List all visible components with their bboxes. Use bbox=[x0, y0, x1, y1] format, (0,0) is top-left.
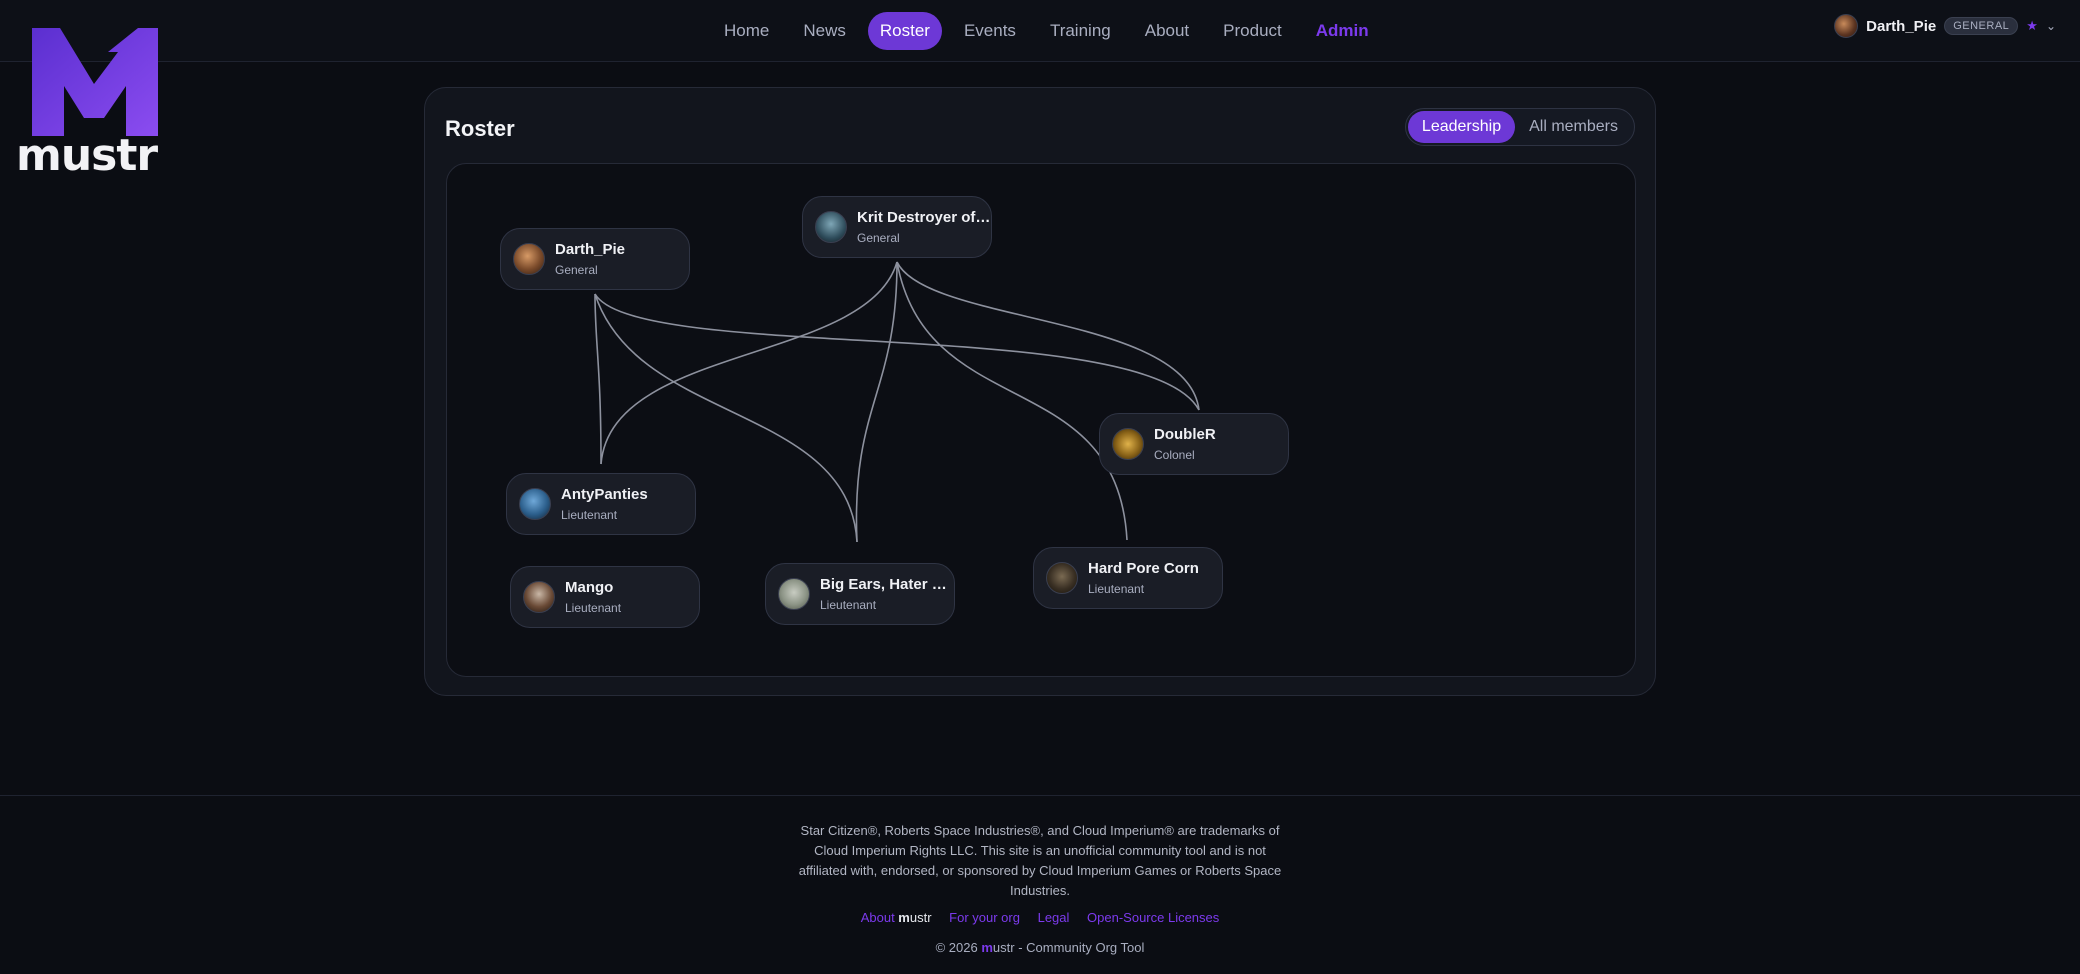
member-name: Hard Pore Corn bbox=[1088, 560, 1199, 577]
member-node-big-ears[interactable]: Big Ears, Hater of... Lieutenant bbox=[765, 563, 955, 625]
leadership-tab[interactable]: Leadership bbox=[1407, 111, 1516, 143]
main-nav: Home News Roster Events Training About P… bbox=[712, 11, 1381, 51]
member-node-doubler[interactable]: DoubleR Colonel bbox=[1099, 413, 1289, 475]
member-rank: General bbox=[555, 263, 598, 277]
star-icon: ★ bbox=[2026, 18, 2038, 33]
edge-krit-bigears bbox=[855, 261, 898, 543]
member-node-krit-destroyer[interactable]: Krit Destroyer of ... General bbox=[802, 196, 992, 258]
chevron-down-icon[interactable]: ⌄ bbox=[2046, 19, 2056, 33]
member-avatar bbox=[1046, 562, 1078, 594]
page-title: Roster bbox=[445, 116, 515, 141]
site-footer: Star Citizen®, Roberts Space Industries®… bbox=[0, 795, 2080, 974]
nav-product[interactable]: Product bbox=[1211, 12, 1294, 50]
member-rank: Lieutenant bbox=[565, 601, 622, 615]
legal-link[interactable]: Legal bbox=[1038, 910, 1070, 925]
member-name: Darth_Pie bbox=[555, 241, 626, 258]
about-brand-rest: ustr bbox=[909, 910, 932, 925]
for-your-org-link[interactable]: For your org bbox=[949, 910, 1020, 925]
member-rank: Colonel bbox=[1154, 448, 1195, 462]
member-avatar bbox=[778, 578, 810, 610]
edge-darthpie-doubler bbox=[594, 293, 1200, 411]
all-members-tab[interactable]: All members bbox=[1515, 111, 1632, 143]
member-name: Big Ears, Hater of... bbox=[820, 576, 954, 593]
member-node-hard-pore-corn[interactable]: Hard Pore Corn Lieutenant bbox=[1033, 547, 1223, 609]
top-navbar: Home News Roster Events Training About P… bbox=[0, 0, 2080, 62]
copyright-brand-m: m bbox=[981, 940, 993, 955]
member-avatar bbox=[1112, 428, 1144, 460]
member-avatar bbox=[523, 581, 555, 613]
leadership-graph: Darth_Pie General Krit Destroyer of ... Ge… bbox=[446, 163, 1636, 677]
nav-events[interactable]: Events bbox=[952, 12, 1028, 50]
nav-about[interactable]: About bbox=[1133, 12, 1201, 50]
copyright-rest: ustr - Community Org Tool bbox=[992, 940, 1145, 955]
member-node-darth-pie[interactable]: Darth_Pie General bbox=[500, 228, 690, 290]
member-rank: Lieutenant bbox=[1088, 582, 1145, 596]
member-rank: Lieutenant bbox=[561, 508, 618, 522]
user-menu[interactable]: Darth_Pie GENERAL ★ ⌄ bbox=[1834, 14, 2056, 38]
member-avatar bbox=[519, 488, 551, 520]
logo-wordmark: mustr bbox=[16, 130, 158, 181]
nav-home[interactable]: Home bbox=[712, 12, 781, 50]
logo-m-icon bbox=[32, 28, 158, 136]
rank-badge: GENERAL bbox=[1944, 17, 2019, 35]
nav-news[interactable]: News bbox=[791, 12, 858, 50]
about-mustr-link[interactable]: About mustr bbox=[861, 910, 932, 925]
user-name: Darth_Pie bbox=[1866, 17, 1937, 35]
member-avatar bbox=[815, 211, 847, 243]
member-avatar bbox=[513, 243, 545, 275]
view-toggle: Leadership All members bbox=[1404, 108, 1635, 146]
member-node-antypanties[interactable]: AntyPanties Lieutenant bbox=[506, 473, 696, 535]
edge-krit-hardporecorn bbox=[896, 261, 1128, 541]
member-name: AntyPanties bbox=[561, 486, 648, 503]
nav-admin[interactable]: Admin bbox=[1304, 12, 1381, 50]
nav-roster[interactable]: Roster bbox=[867, 12, 942, 50]
nav-training[interactable]: Training bbox=[1038, 12, 1123, 50]
footer-links: About mustr For your org Legal Open-Sour… bbox=[0, 910, 2080, 925]
member-name: Mango bbox=[565, 579, 614, 596]
member-node-mango[interactable]: Mango Lieutenant bbox=[510, 566, 700, 628]
about-prefix: About bbox=[860, 910, 899, 925]
member-name: Krit Destroyer of ... bbox=[857, 209, 991, 226]
trademark-disclaimer: Star Citizen®, Roberts Space Industries®… bbox=[798, 823, 1282, 898]
user-avatar bbox=[1834, 14, 1859, 38]
roster-card: Roster Leadership All members Darth_Pie G… bbox=[424, 87, 1656, 696]
edge-darthpie-antypanties bbox=[594, 293, 602, 465]
about-brand-m: m bbox=[898, 910, 910, 925]
mustr-logo[interactable]: mustr bbox=[14, 24, 176, 178]
licenses-link[interactable]: Open-Source Licenses bbox=[1087, 910, 1219, 925]
member-name: DoubleR bbox=[1154, 426, 1216, 443]
member-rank: General bbox=[857, 231, 900, 245]
copyright: © 2026 mustr - Community Org Tool bbox=[0, 940, 2080, 955]
member-rank: Lieutenant bbox=[820, 598, 877, 612]
edge-krit-doubler bbox=[896, 261, 1200, 411]
copyright-prefix: © 2026 bbox=[935, 940, 982, 955]
